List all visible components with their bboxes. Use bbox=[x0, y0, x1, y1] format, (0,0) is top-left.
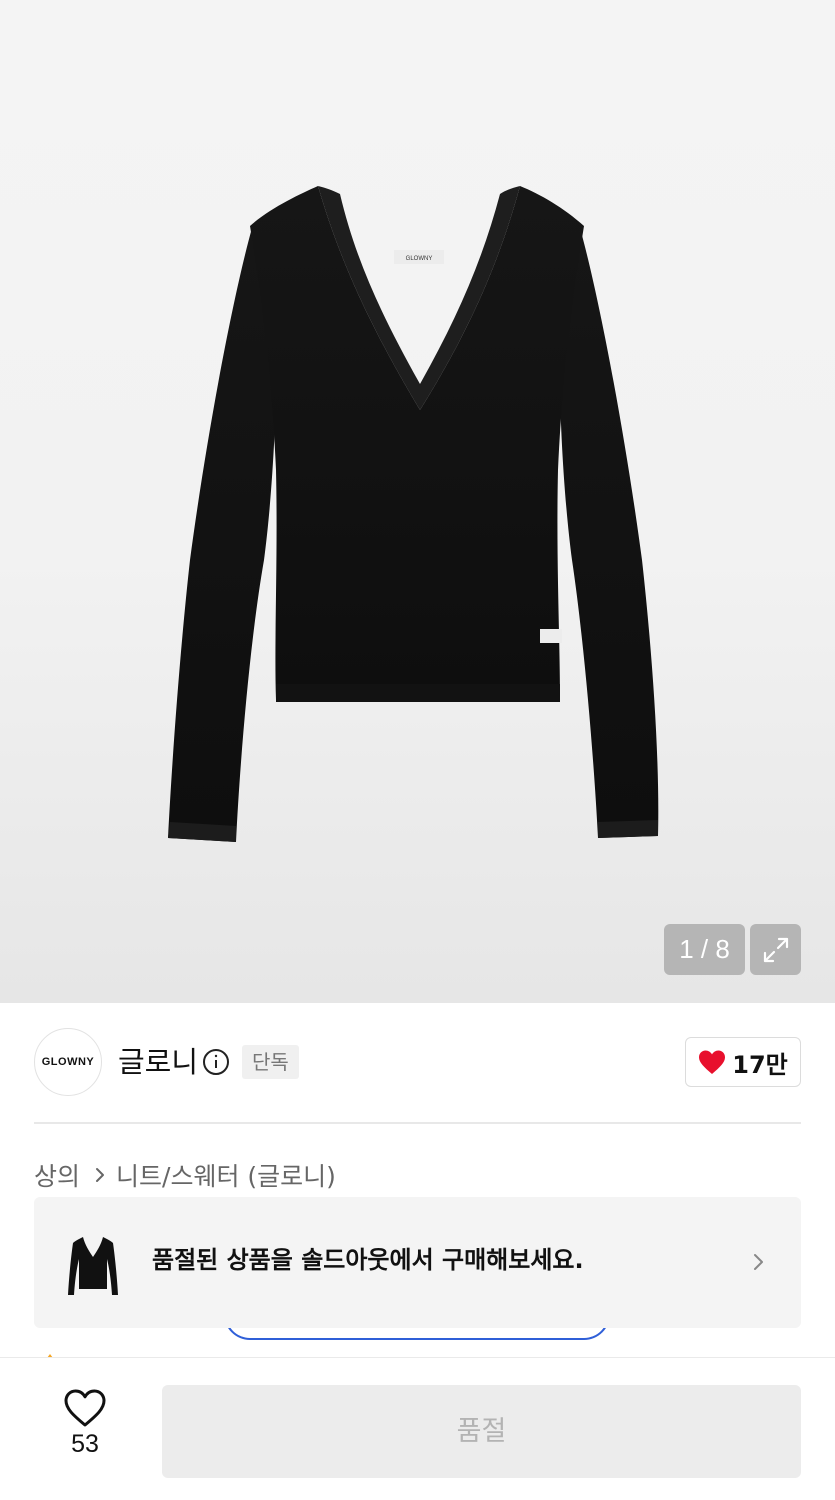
brand-name[interactable]: 글로니 bbox=[118, 1042, 198, 1082]
garment-neck-label: GLOWNY bbox=[406, 256, 433, 262]
product-image-gallery[interactable]: GLOWNY 1 / 8 bbox=[0, 0, 835, 1003]
chevron-right-icon bbox=[754, 1254, 763, 1270]
soldout-purchase-button[interactable]: 품절 bbox=[162, 1385, 801, 1478]
exclusive-badge: 단독 bbox=[242, 1045, 299, 1079]
soldout-banner[interactable]: 품절된 상품을 솔드아웃에서 구매해보세요. bbox=[34, 1197, 801, 1328]
heart-filled-icon bbox=[699, 1050, 726, 1074]
bottom-action-bar: 53 품절 bbox=[0, 1357, 835, 1500]
soldout-banner-text: 품절된 상품을 솔드아웃에서 구매해보세요. bbox=[152, 1246, 584, 1274]
info-icon[interactable] bbox=[202, 1048, 230, 1076]
breadcrumb-category[interactable]: 상의 bbox=[34, 1157, 80, 1193]
brand-row: GLOWNY 글로니 단독 17만 bbox=[34, 1028, 801, 1096]
product-photo-black-knit-sweater: GLOWNY bbox=[168, 186, 659, 842]
wishlist-count: 53 bbox=[71, 1430, 99, 1458]
section-divider bbox=[34, 1122, 801, 1124]
product-thumbnail bbox=[59, 1223, 127, 1303]
expand-icon bbox=[763, 937, 788, 962]
breadcrumb-subcategory[interactable]: 니트/스웨터 (글로니) bbox=[116, 1157, 336, 1193]
brand-logo[interactable]: GLOWNY bbox=[34, 1028, 102, 1096]
chevron-right-icon bbox=[96, 1168, 105, 1182]
breadcrumb: 상의 니트/스웨터 (글로니) bbox=[34, 1157, 336, 1193]
image-counter: 1 / 8 bbox=[664, 924, 745, 975]
wishlist-button[interactable]: 53 bbox=[52, 1388, 118, 1468]
brand-like-count: 17만 bbox=[732, 1050, 788, 1079]
heart-outline-icon bbox=[64, 1389, 106, 1427]
fullscreen-button[interactable] bbox=[750, 924, 801, 975]
brand-like-button[interactable]: 17만 bbox=[685, 1037, 801, 1087]
